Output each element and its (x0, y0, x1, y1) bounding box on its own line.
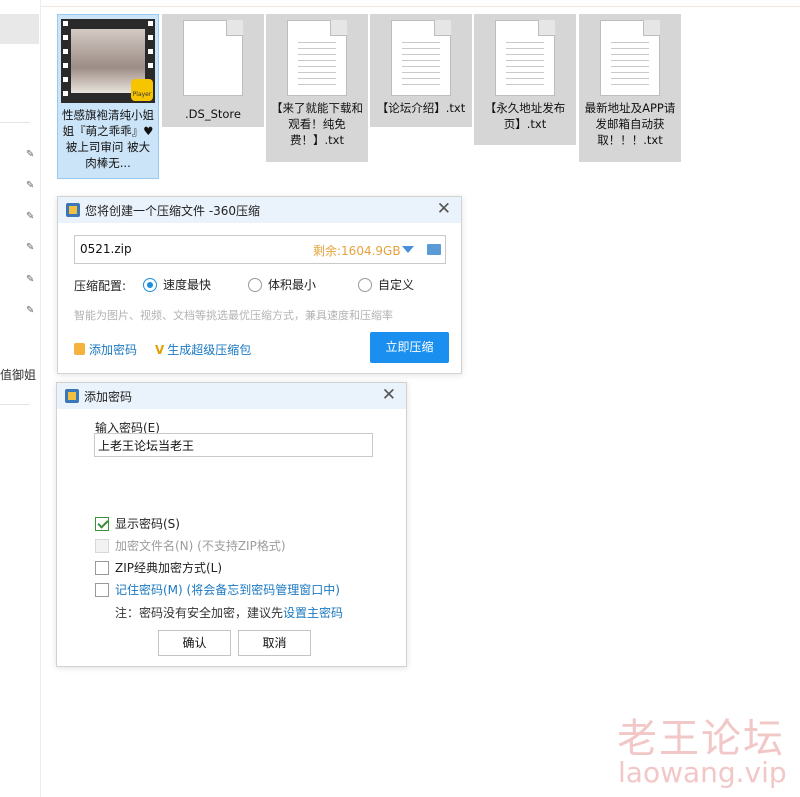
compress-now-button[interactable]: 立即压缩 (370, 332, 449, 363)
pin-icon[interactable]: ✎ (26, 181, 36, 191)
file-tile-txt[interactable]: 最新地址及APP请发邮箱自动获取！！！.txt (579, 14, 681, 162)
zip-classic-encryption-checkbox[interactable]: ZIP经典加密方式(L) (95, 559, 222, 576)
close-icon[interactable]: ✕ (437, 199, 451, 219)
divider (41, 6, 800, 7)
radio-custom[interactable]: 自定义 (358, 276, 414, 293)
pin-icon[interactable]: ✎ (26, 212, 36, 222)
divider (0, 404, 30, 405)
security-note: 注：密码没有安全加密，建议先设置主密码 (115, 606, 344, 620)
text-file-icon (495, 20, 555, 96)
blank-file-icon (183, 20, 243, 96)
file-tile-txt[interactable]: 【论坛介绍】.txt (370, 14, 472, 127)
file-tile-ds-store[interactable]: .DS_Store (162, 14, 264, 127)
file-name: .DS_Store (185, 107, 241, 121)
super-compress-link[interactable]: V 生成超级压缩包 (155, 341, 251, 358)
radio-fastest[interactable]: 速度最快 (143, 276, 211, 293)
file-name: 最新地址及APP请发邮箱自动获取！！！.txt (584, 101, 676, 147)
cancel-button[interactable]: 取消 (238, 630, 311, 656)
vip-icon: V (155, 343, 165, 357)
pin-icon[interactable]: ✎ (26, 243, 36, 253)
chevron-down-icon[interactable] (402, 246, 414, 253)
app-360zip-icon (66, 203, 80, 217)
nav-item-truncated[interactable]: 值御姐 (0, 366, 41, 383)
watermark-domain: laowang.vip (618, 756, 787, 789)
archive-filename[interactable]: 0521.zip (80, 242, 132, 256)
file-tile-txt[interactable]: 【永久地址发布页】.txt (474, 14, 576, 145)
file-name: 【论坛介绍】.txt (376, 101, 466, 115)
app-360zip-icon (65, 389, 79, 403)
show-password-checkbox[interactable]: 显示密码(S) (95, 515, 180, 532)
dialog-title: 您将创建一个压缩文件 -360压缩 (85, 204, 261, 218)
set-master-password-link[interactable]: 设置主密码 (283, 606, 343, 620)
config-label: 压缩配置: (74, 279, 127, 293)
encrypt-filenames-checkbox[interactable]: 加密文件名(N) (不支持ZIP格式) (95, 537, 286, 554)
dialog-title: 添加密码 (84, 390, 133, 404)
compress-hint: 智能为图片、视频、文档等挑选最优压缩方式，兼具速度和压缩率 (74, 309, 393, 322)
radio-smallest[interactable]: 体积最小 (248, 276, 316, 293)
close-icon[interactable]: ✕ (382, 385, 396, 405)
pin-icon[interactable]: ✎ (26, 306, 36, 316)
remaining-space: 剩余:1604.9GB (313, 244, 401, 258)
file-tile-txt[interactable]: 【来了就能下载和观看！纯免费！】.txt (266, 14, 368, 162)
player-badge-icon: Player (131, 79, 153, 101)
nav-selected-item[interactable] (0, 14, 39, 44)
compress-dialog: 您将创建一个压缩文件 -360压缩 ✕ 0521.zip 剩余:1604.9GB… (57, 196, 462, 374)
dialog-titlebar[interactable]: 您将创建一个压缩文件 -360压缩 ✕ (58, 197, 461, 223)
pin-icon[interactable]: ✎ (26, 150, 36, 160)
navigation-pane: ✎ ✎ ✎ ✎ ✎ ✎ 值御姐 (0, 0, 41, 797)
file-name: 【来了就能下载和观看！纯免费！】.txt (271, 101, 363, 147)
video-thumbnail: Player (61, 19, 155, 103)
file-tile-video[interactable]: Player 性感旗袍清纯小姐姐『萌之乖乖』♥被上司审问 被大肉棒无... (57, 14, 159, 179)
dialog-titlebar[interactable]: 添加密码 ✕ (57, 383, 406, 409)
ok-button[interactable]: 确认 (158, 630, 231, 656)
remember-password-checkbox[interactable]: 记住密码(M) (将会备忘到密码管理窗口中) (95, 581, 340, 598)
password-input[interactable] (94, 433, 373, 457)
folder-icon[interactable] (427, 244, 441, 255)
file-name: 【永久地址发布页】.txt (484, 101, 566, 131)
text-file-icon (600, 20, 660, 96)
archive-path-field[interactable]: 0521.zip 剩余:1604.9GB (74, 235, 446, 264)
add-password-link[interactable]: 添加密码 (74, 341, 137, 358)
divider (0, 122, 30, 123)
text-file-icon (391, 20, 451, 96)
text-file-icon (287, 20, 347, 96)
file-name: 性感旗袍清纯小姐姐『萌之乖乖』♥被上司审问 被大肉棒无... (62, 108, 154, 170)
lock-icon (74, 343, 85, 355)
password-dialog: 添加密码 ✕ 输入密码(E) 显示密码(S) 加密文件名(N) (不支持ZIP格… (56, 382, 407, 667)
pin-icon[interactable]: ✎ (26, 275, 36, 285)
